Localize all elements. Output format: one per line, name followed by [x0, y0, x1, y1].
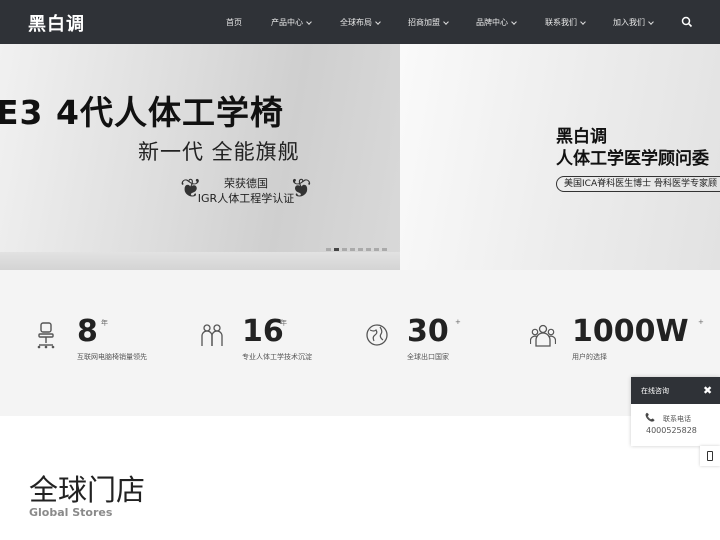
chevron-down-icon	[375, 18, 381, 25]
chevron-down-icon	[306, 18, 312, 25]
hero-slide-advisors[interactable]: 黑白调 人体工学医学顾问委 美国ICA脊科医生博士 骨科医学专家顾	[400, 44, 720, 270]
carousel-dot[interactable]	[334, 248, 339, 251]
mobile-phone-icon	[707, 451, 713, 461]
stat-unit: 年	[101, 319, 108, 327]
phone-icon: 📞	[645, 413, 655, 422]
online-consult-panel: 在线咨询 ✖ 📞 联系电话 4000525828	[631, 377, 720, 446]
chevron-down-icon	[443, 18, 449, 25]
stat-number: 30	[407, 314, 449, 349]
office-chair-icon	[35, 322, 59, 350]
chevron-down-icon	[648, 18, 654, 25]
stat-desc: 专业人体工学技术沉淀	[242, 353, 312, 361]
consult-header: 在线咨询 ✖	[631, 377, 720, 404]
stat-number: 16	[242, 314, 284, 349]
brand-logo[interactable]: 黑白调	[28, 10, 85, 36]
mobile-site-button[interactable]	[700, 446, 720, 466]
carousel-dot[interactable]	[374, 248, 379, 251]
nav-item-brand[interactable]: 品牌中心	[476, 17, 517, 28]
hero-slide-chair[interactable]: E3 4代人体工学椅 新一代 全能旗舰 ❦ ❦ 荣获德国 IGR人体工程学认证	[0, 44, 400, 270]
nav-item-contact[interactable]: 联系我们	[545, 17, 586, 28]
carousel-dot[interactable]	[326, 248, 331, 251]
hero-banner[interactable]: E3 4代人体工学椅 新一代 全能旗舰 ❦ ❦ 荣获德国 IGR人体工程学认证 …	[0, 44, 720, 270]
section-subtitle: Global Stores	[29, 506, 113, 519]
nav-item-home[interactable]: 首页	[226, 17, 242, 28]
stat-unit: +	[698, 318, 704, 326]
top-navbar: 黑白调 首页 产品中心 全球布局 招商加盟 品牌中心 联系我们 加入我们	[0, 0, 720, 44]
search-icon[interactable]	[681, 16, 693, 28]
phone-number[interactable]: 4000525828	[646, 426, 697, 435]
stat-desc: 互联网电脑椅销量领先	[77, 353, 147, 361]
nav-item-products[interactable]: 产品中心	[271, 17, 312, 28]
carousel-dot[interactable]	[358, 248, 363, 251]
nav-item-global[interactable]: 全球布局	[340, 17, 381, 28]
award-badge: ❦ ❦ 荣获德国 IGR人体工程学认证	[180, 172, 312, 208]
carousel-dot[interactable]	[366, 248, 371, 251]
stat-desc: 全球出口国家	[407, 353, 449, 361]
award-line1: 荣获德国	[224, 177, 268, 190]
stat-number: 1000W	[572, 314, 689, 349]
experts-icon	[200, 322, 224, 350]
chevron-down-icon	[511, 18, 517, 25]
globe-icon	[365, 322, 389, 350]
nav-item-franchise[interactable]: 招商加盟	[408, 17, 449, 28]
hero-subtitle: 新一代 全能旗舰	[138, 140, 300, 164]
slide-title: 人体工学医学顾问委	[556, 149, 709, 169]
slide-badge: 美国ICA脊科医生博士 骨科医学专家顾	[556, 176, 720, 192]
consult-title: 在线咨询	[641, 387, 669, 395]
stat-unit: 年	[280, 319, 287, 327]
carousel-dots	[326, 248, 390, 251]
stat-unit: +	[455, 318, 461, 326]
section-title: 全球门店	[29, 473, 146, 507]
phone-label: 联系电话	[663, 415, 691, 423]
carousel-dot[interactable]	[382, 248, 387, 251]
floor-shadow	[0, 252, 400, 270]
stat-desc: 用户的选择	[572, 353, 607, 361]
carousel-dot[interactable]	[350, 248, 355, 251]
chevron-down-icon	[580, 18, 586, 25]
carousel-dot[interactable]	[342, 248, 347, 251]
nav-item-join[interactable]: 加入我们	[613, 17, 654, 28]
stats-section: 8 年 互联网电脑椅销量领先 16 年 专业人体工学技术沉淀 30 + 全球出口…	[0, 270, 720, 416]
stat-number: 8	[77, 314, 98, 349]
hero-title: E3 4代人体工学椅	[0, 93, 284, 132]
close-icon[interactable]: ✖	[703, 384, 712, 397]
users-icon	[529, 322, 557, 350]
award-line2: IGR人体工程学认证	[197, 192, 295, 205]
